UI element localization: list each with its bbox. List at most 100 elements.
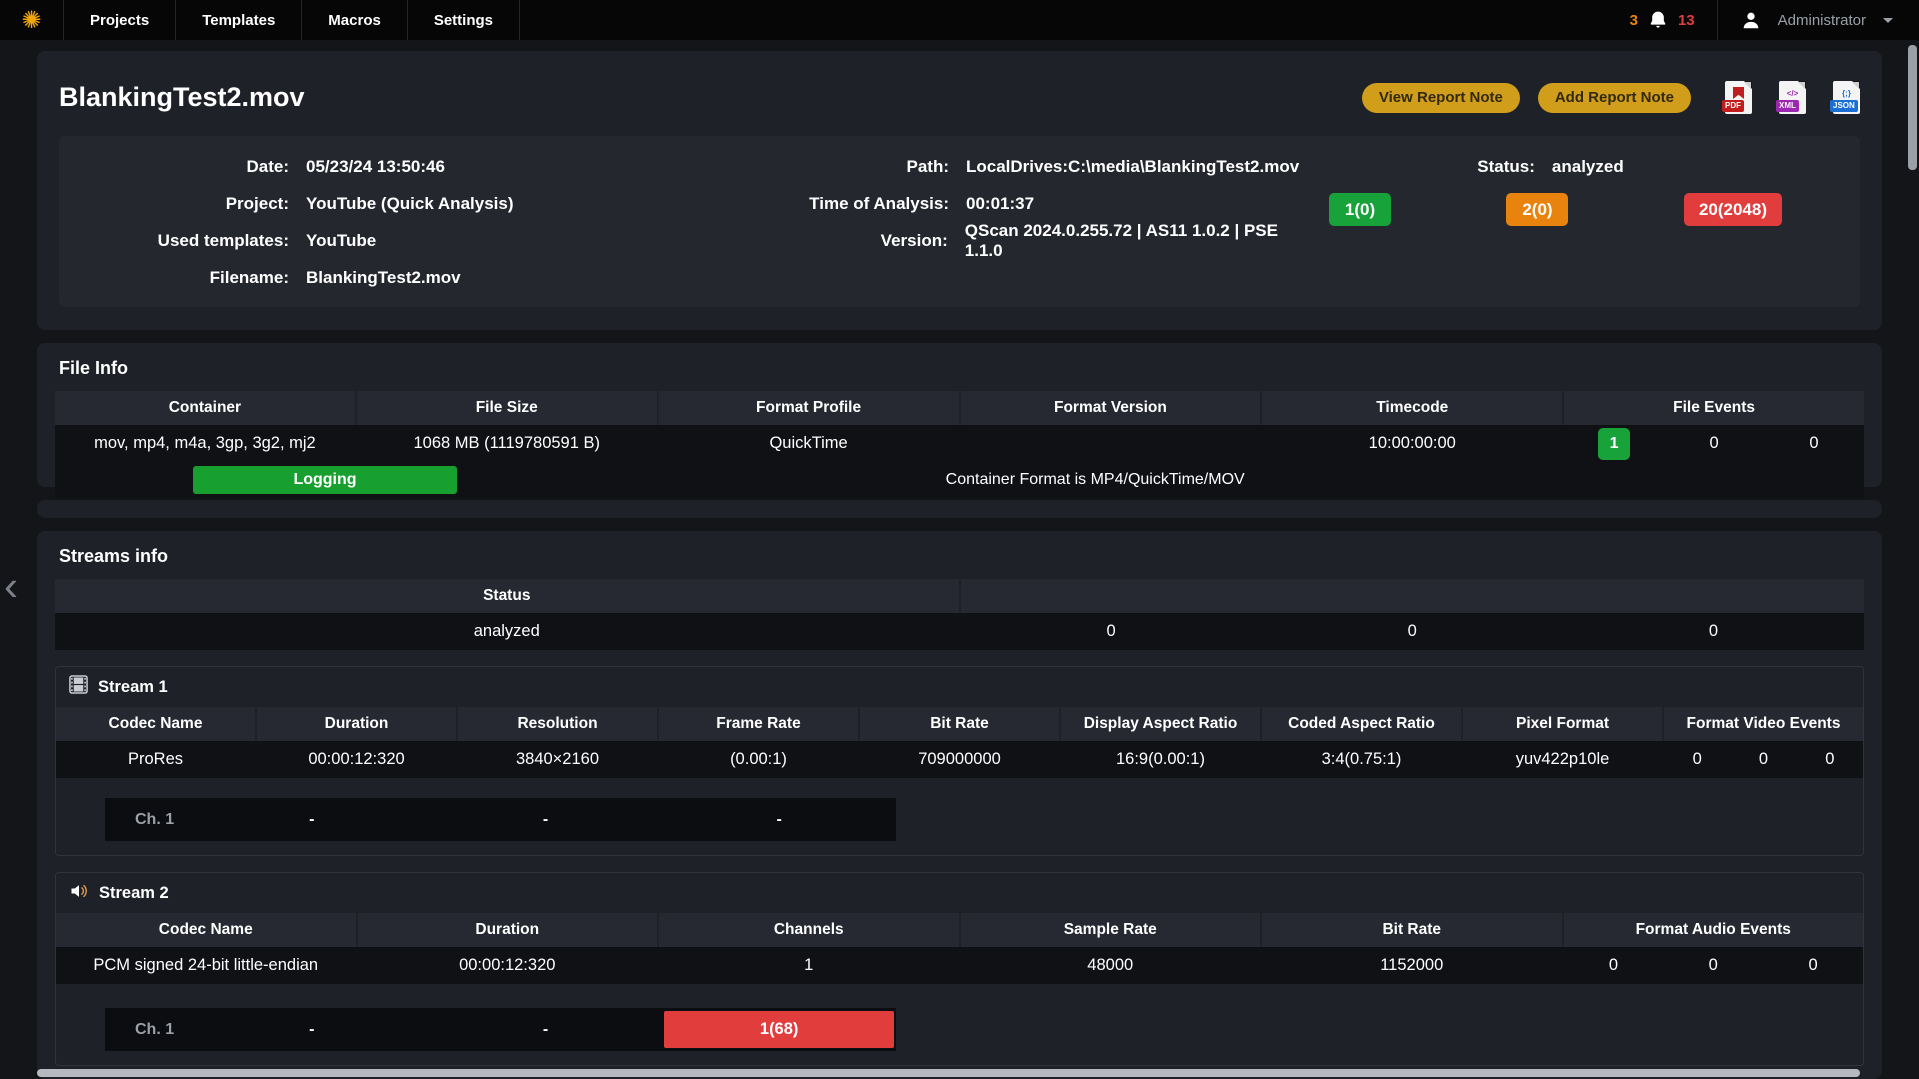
collapsed-section	[37, 500, 1882, 518]
col-coded-aspect-ratio: Coded Aspect Ratio	[1262, 707, 1461, 741]
time-of-analysis-value: 00:01:37	[966, 194, 1034, 214]
codec-name-value: ProRes	[56, 741, 255, 778]
col-bit-rate: Bit Rate	[860, 707, 1059, 741]
stream-1-channel-row: Ch. 1 - - -	[105, 798, 896, 841]
add-report-note-button[interactable]: Add Report Note	[1538, 83, 1691, 113]
col-format-version: Format Version	[961, 391, 1261, 425]
audio-event-count: 0	[1763, 956, 1863, 975]
date-value: 05/23/24 13:50:46	[306, 157, 445, 177]
status-value: analyzed	[1552, 157, 1624, 177]
film-strip-icon	[69, 675, 88, 699]
info-events-badge[interactable]: 1(0)	[1329, 193, 1391, 226]
col-duration: Duration	[257, 707, 456, 741]
nav-macros[interactable]: Macros	[302, 0, 408, 40]
video-event-count: 0	[1797, 750, 1863, 769]
col-duration: Duration	[358, 913, 658, 947]
divider	[1717, 0, 1718, 40]
container-format-note: Container Format is MP4/QuickTime/MOV	[946, 462, 1245, 498]
file-events-green-badge[interactable]: 1	[1598, 428, 1630, 460]
col-format-profile: Format Profile	[659, 391, 959, 425]
date-label: Date:	[59, 157, 289, 177]
channel-error-badge[interactable]: 1(68)	[664, 1011, 894, 1048]
nav-projects[interactable]: Projects	[64, 0, 176, 40]
bell-icon[interactable]	[1648, 10, 1668, 30]
display-aspect-ratio-value: 16:9(0.00:1)	[1061, 741, 1260, 778]
duration-value: 00:00:12:320	[358, 947, 658, 984]
frame-rate-value: (0.00:1)	[659, 741, 858, 778]
file-info-card: File Info Container File Size Format Pro…	[37, 343, 1882, 487]
page-title: BlankingTest2.mov	[59, 82, 305, 113]
bit-rate-value: 709000000	[860, 741, 1059, 778]
col-codec-name: Codec Name	[56, 913, 356, 947]
speaker-icon	[69, 881, 89, 906]
version-value: QScan 2024.0.255.72 | AS11 1.0.2 | PSE 1…	[965, 221, 1319, 261]
audio-event-count: 0	[1663, 956, 1763, 975]
path-label: Path:	[659, 157, 949, 177]
pixel-format-value: yuv422p10le	[1463, 741, 1662, 778]
used-templates-label: Used templates:	[59, 231, 289, 251]
export-json-icon[interactable]: {;} JSON	[1833, 81, 1860, 114]
col-format-video-events: Format Video Events	[1664, 707, 1863, 741]
error-events-badge[interactable]: 20(2048)	[1684, 193, 1782, 226]
file-events-count: 0	[1764, 434, 1864, 453]
user-avatar-icon[interactable]	[1740, 9, 1762, 31]
chevron-down-icon[interactable]	[1883, 18, 1893, 23]
col-pixel-format: Pixel Format	[1463, 707, 1662, 741]
channel-cell: -	[429, 1021, 663, 1039]
stream-1-title: Stream 1	[98, 678, 168, 697]
stream-2-panel: Stream 2 Codec Name Duration Channels Sa…	[55, 872, 1864, 1066]
warning-events-badge[interactable]: 2(0)	[1506, 193, 1568, 226]
channel-label: Ch. 1	[105, 811, 195, 829]
project-label: Project:	[59, 194, 289, 214]
logging-status-bar: Logging	[193, 466, 457, 494]
export-xml-icon[interactable]: </> XML	[1779, 81, 1806, 114]
path-value: LocalDrives:C:\media\BlankingTest2.mov	[966, 157, 1299, 177]
nav-settings[interactable]: Settings	[408, 0, 520, 40]
project-value: YouTube (Quick Analysis)	[306, 194, 514, 214]
duration-value: 00:00:12:320	[257, 741, 456, 778]
container-value: mov, mp4, m4a, 3gp, 3g2, mj2	[55, 425, 355, 462]
streams-info-title: Streams info	[37, 531, 1882, 579]
col-display-aspect-ratio: Display Aspect Ratio	[1061, 707, 1260, 741]
report-page: BlankingTest2.mov View Report Note Add R…	[0, 40, 1919, 1079]
streams-status-value: analyzed	[55, 613, 959, 650]
channel-cell: -	[195, 811, 429, 829]
vertical-scrollbar-thumb[interactable]	[1908, 45, 1917, 170]
error-count[interactable]: 13	[1678, 12, 1695, 29]
view-report-note-button[interactable]: View Report Note	[1362, 83, 1520, 113]
col-timecode: Timecode	[1262, 391, 1562, 425]
file-info-title: File Info	[37, 343, 1882, 391]
status-label: Status:	[1477, 157, 1535, 177]
streams-event-count: 0	[961, 622, 1262, 641]
file-size-value: 1068 MB (1119780591 B)	[357, 425, 657, 462]
format-version-value	[961, 425, 1261, 462]
streams-status-row: analyzed 0 0 0	[55, 613, 1864, 650]
report-header-card: BlankingTest2.mov View Report Note Add R…	[37, 51, 1882, 330]
stream-1-row: ProRes 00:00:12:320 3840×2160 (0.00:1) 7…	[56, 741, 1863, 778]
app-logo-icon[interactable]: ✺	[0, 0, 64, 40]
format-profile-value: QuickTime	[659, 425, 959, 462]
nav-templates[interactable]: Templates	[176, 0, 302, 40]
col-blank	[961, 579, 1865, 613]
stream-2-title: Stream 2	[99, 884, 169, 903]
stream-2-channel-row: Ch. 1 - - 1(68)	[105, 1008, 896, 1051]
codec-name-value: PCM signed 24-bit little-endian	[56, 947, 356, 984]
channels-value: 1	[659, 947, 959, 984]
col-channels: Channels	[659, 913, 959, 947]
video-event-count: 0	[1730, 750, 1796, 769]
warning-count[interactable]: 3	[1630, 12, 1638, 29]
user-menu[interactable]: Administrator	[1778, 12, 1866, 29]
export-pdf-icon[interactable]: PDF	[1725, 81, 1752, 114]
coded-aspect-ratio-value: 3:4(0.75:1)	[1262, 741, 1461, 778]
streams-info-card: Streams info Status analyzed 0 0 0	[37, 531, 1882, 1079]
top-navbar: ✺ Projects Templates Macros Settings 3 1…	[0, 0, 1919, 40]
file-info-message-row: Logging Container Format is MP4/QuickTim…	[55, 462, 1864, 498]
col-resolution: Resolution	[458, 707, 657, 741]
horizontal-scrollbar[interactable]	[37, 1069, 1860, 1077]
resolution-value: 3840×2160	[458, 741, 657, 778]
streams-event-count: 0	[1563, 622, 1864, 641]
col-file-events: File Events	[1564, 391, 1864, 425]
file-events-count: 0	[1664, 434, 1764, 453]
audio-event-count: 0	[1564, 956, 1664, 975]
file-info-row: mov, mp4, m4a, 3gp, 3g2, mj2 1068 MB (11…	[55, 425, 1864, 462]
